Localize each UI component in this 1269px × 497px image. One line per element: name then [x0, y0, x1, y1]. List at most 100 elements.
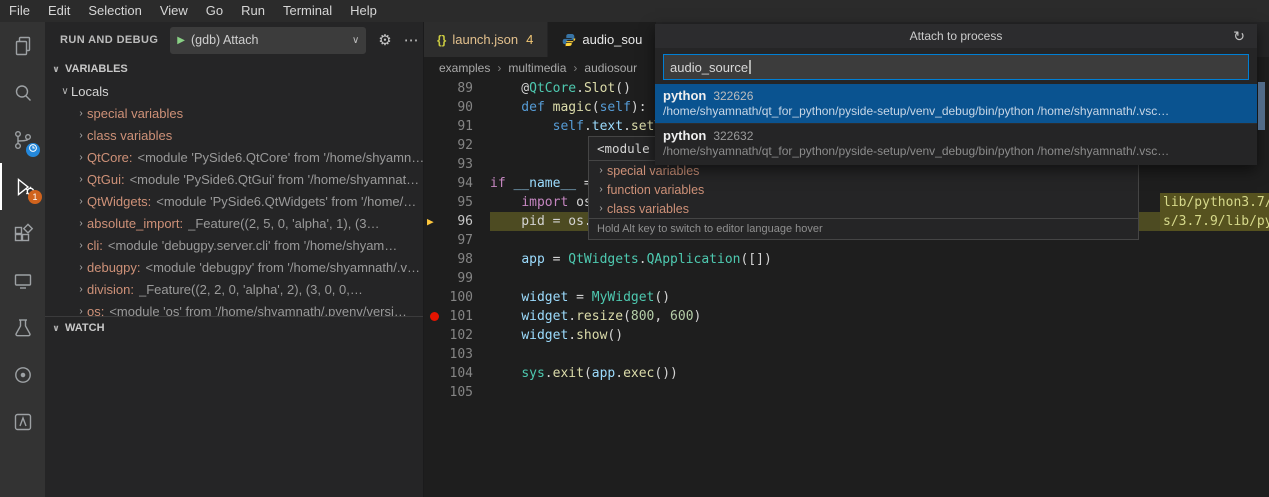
- code-text: [490, 383, 1269, 402]
- extensions-icon[interactable]: [0, 210, 45, 257]
- line-number: 105: [447, 383, 473, 402]
- line-number: 95: [447, 193, 473, 212]
- testing-icon[interactable]: [0, 304, 45, 351]
- variable-row[interactable]: ›QtWidgets:<module 'PySide6.QtWidgets' f…: [45, 190, 423, 212]
- line-number: 90: [447, 98, 473, 117]
- activity-bar: 1: [0, 22, 45, 497]
- variable-row[interactable]: ›absolute_import:_Feature((2, 5, 0, 'alp…: [45, 212, 423, 234]
- tab-audio-source[interactable]: audio_sou: [548, 22, 657, 57]
- search-icon[interactable]: [0, 69, 45, 116]
- code-line-102[interactable]: 102 widget.show(): [423, 326, 1269, 345]
- code-line-98[interactable]: 98 app = QtWidgets.QApplication([]): [423, 250, 1269, 269]
- line-number: 97: [447, 231, 473, 250]
- line-number: 94: [447, 174, 473, 193]
- line-number: 103: [447, 345, 473, 364]
- menu-bar: FileEditSelectionViewGoRunTerminalHelp: [0, 0, 1269, 22]
- chevron-down-icon: ∨: [51, 64, 61, 75]
- menu-view[interactable]: View: [151, 0, 197, 22]
- process-list-item[interactable]: python322626/home/shyamnath/qt_for_pytho…: [655, 84, 1257, 123]
- box-a-icon[interactable]: [0, 398, 45, 445]
- menu-file[interactable]: File: [0, 0, 39, 22]
- code-line-103[interactable]: 103: [423, 345, 1269, 364]
- line-number: 100: [447, 288, 473, 307]
- quickpick-list: python322626/home/shyamnath/qt_for_pytho…: [655, 84, 1257, 165]
- menu-selection[interactable]: Selection: [79, 0, 150, 22]
- scope-locals[interactable]: ∨ Locals: [45, 80, 423, 102]
- chevron-down-icon: ∨: [352, 35, 359, 46]
- code-text: app = QtWidgets.QApplication([]): [490, 250, 1269, 269]
- menu-terminal[interactable]: Terminal: [274, 0, 341, 22]
- variable-row[interactable]: ›class variables: [45, 124, 423, 146]
- menu-go[interactable]: Go: [197, 0, 232, 22]
- inline-debug-value: s/3.7.9/lib/pyth: [1160, 212, 1269, 231]
- explorer-icon[interactable]: [0, 22, 45, 69]
- chevron-right-icon: ›: [573, 61, 577, 75]
- breadcrumb-item[interactable]: audiosour: [584, 61, 637, 75]
- menu-edit[interactable]: Edit: [39, 0, 79, 22]
- debug-current-line-arrow-icon: ▶: [427, 212, 434, 231]
- variable-row[interactable]: ›QtCore:<module 'PySide6.QtCore' from '/…: [45, 146, 423, 168]
- code-text: sys.exit(app.exec()): [490, 364, 1269, 383]
- menu-run[interactable]: Run: [232, 0, 274, 22]
- variable-row[interactable]: ›QtGui:<module 'PySide6.QtGui' from '/ho…: [45, 168, 423, 190]
- code-line-100[interactable]: 100 widget = MyWidget(): [423, 288, 1269, 307]
- more-actions-icon[interactable]: ⋯: [404, 31, 419, 49]
- code-text: widget = MyWidget(): [490, 288, 1269, 307]
- attach-to-process-quickpick: Attach to process ↻ audio_source python3…: [655, 24, 1257, 165]
- launch-config-label: (gdb) Attach: [191, 33, 258, 47]
- variable-row[interactable]: ›debugpy:<module 'debugpy' from '/home/s…: [45, 256, 423, 278]
- code-line-101[interactable]: 101 widget.resize(800, 600): [423, 307, 1269, 326]
- tab-launch-json[interactable]: {} launch.json 4: [423, 22, 548, 57]
- process-list-item[interactable]: python322632/home/shyamnath/qt_for_pytho…: [655, 123, 1257, 163]
- code-line-105[interactable]: 105: [423, 383, 1269, 402]
- debug-badge: 1: [28, 190, 42, 204]
- inline-debug-value: lib/python3.7/os: [1160, 193, 1269, 212]
- line-number: 102: [447, 326, 473, 345]
- line-number: 91: [447, 117, 473, 136]
- chevron-down-icon: ∨: [51, 323, 61, 334]
- hover-tree-row[interactable]: ›class variables: [589, 199, 1138, 218]
- code-text: [490, 269, 1269, 288]
- remote-explorer-icon[interactable]: [0, 257, 45, 304]
- live-status-icon[interactable]: [0, 351, 45, 398]
- source-control-icon[interactable]: [0, 116, 45, 163]
- variables-section-header[interactable]: ∨ VARIABLES: [45, 58, 423, 80]
- line-number: 96: [447, 212, 473, 231]
- code-line-104[interactable]: 104 sys.exit(app.exec()): [423, 364, 1269, 383]
- code-text: widget.resize(800, 600): [490, 307, 1269, 326]
- scm-sync-badge: [26, 143, 40, 157]
- code-text: [490, 345, 1269, 364]
- vscode-window: FileEditSelectionViewGoRunTerminalHelp 1: [0, 0, 1269, 497]
- breakpoint-icon[interactable]: [430, 312, 439, 321]
- json-file-icon: {}: [437, 33, 446, 47]
- chevron-right-icon: ›: [497, 61, 501, 75]
- refresh-icon[interactable]: ↻: [1233, 24, 1245, 48]
- variable-row[interactable]: ›cli:<module 'debugpy.server.cli' from '…: [45, 234, 423, 256]
- line-number: 104: [447, 364, 473, 383]
- line-number: 99: [447, 269, 473, 288]
- start-debug-icon[interactable]: ▶: [177, 35, 185, 46]
- variable-row[interactable]: ›special variables: [45, 102, 423, 124]
- hover-tree-row[interactable]: ›function variables: [589, 180, 1138, 199]
- code-line-99[interactable]: 99: [423, 269, 1269, 288]
- line-number: 92: [447, 136, 473, 155]
- variable-row[interactable]: ›os:<module 'os' from '/home/shyamnath/.…: [45, 300, 423, 316]
- code-text: widget.show(): [490, 326, 1269, 345]
- quickpick-title: Attach to process ↻: [655, 24, 1257, 48]
- variables-tree: ∨ Locals ›special variables›class variab…: [45, 80, 423, 316]
- quickpick-scrollbar-thumb[interactable]: [1258, 82, 1265, 130]
- quickpick-input[interactable]: audio_source: [663, 54, 1249, 80]
- launch-config-select[interactable]: ▶ (gdb) Attach ∨: [170, 27, 366, 54]
- line-number: 98: [447, 250, 473, 269]
- menu-help[interactable]: Help: [341, 0, 386, 22]
- line-number: 93: [447, 155, 473, 174]
- variable-row[interactable]: ›division:_Feature((2, 2, 0, 'alpha', 2)…: [45, 278, 423, 300]
- breadcrumb-item[interactable]: multimedia: [508, 61, 566, 75]
- breadcrumb-item[interactable]: examples: [439, 61, 490, 75]
- gear-icon[interactable]: ⚙: [378, 31, 391, 49]
- run-and-debug-icon[interactable]: 1: [0, 163, 47, 210]
- hover-hint: Hold Alt key to switch to editor languag…: [589, 218, 1138, 239]
- watch-section-header[interactable]: ∨ WATCH: [45, 316, 423, 339]
- python-file-icon: [562, 33, 576, 47]
- line-number: 89: [447, 79, 473, 98]
